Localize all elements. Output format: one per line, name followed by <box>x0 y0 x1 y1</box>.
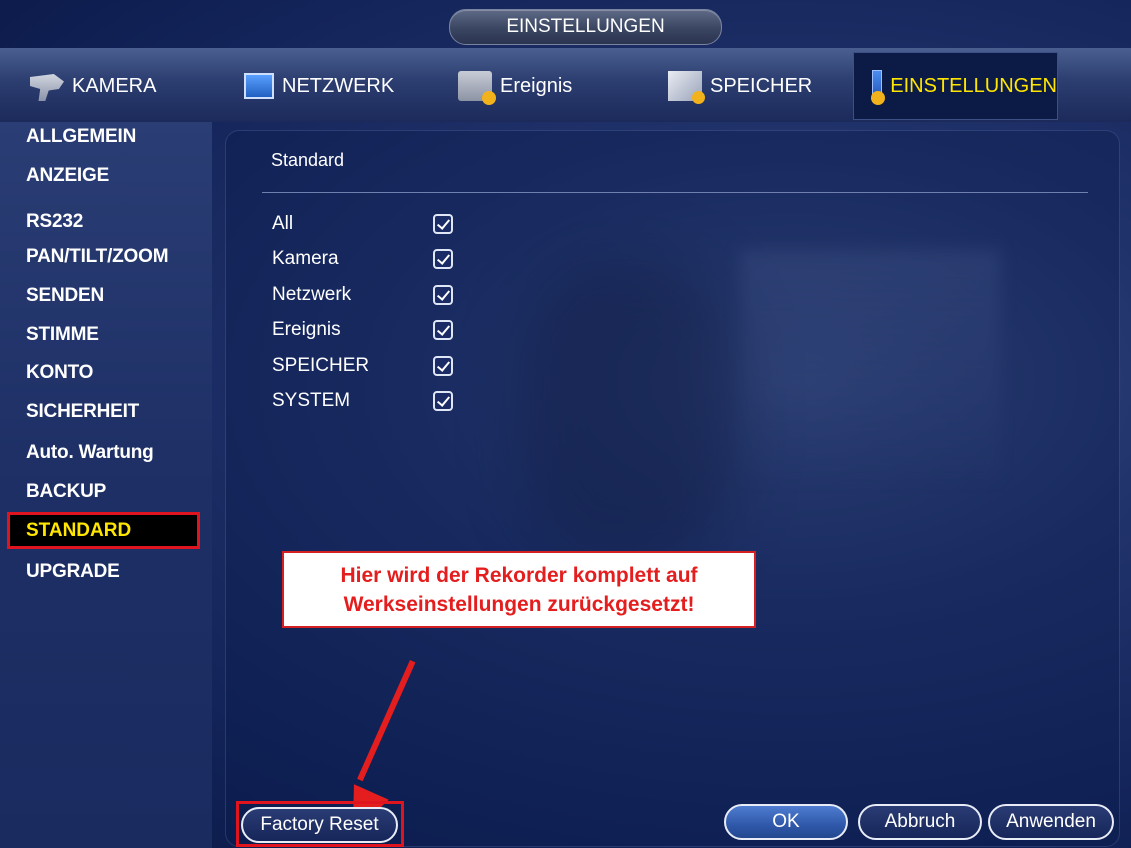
event-icon <box>458 71 496 105</box>
option-label-ereignis: Ereignis <box>272 319 341 340</box>
network-icon <box>244 73 274 99</box>
sidebar-item-konto[interactable]: KONTO <box>26 362 93 384</box>
sidebar-item-label: STANDARD <box>26 520 132 541</box>
cancel-button[interactable]: Abbruch <box>858 804 982 840</box>
tab-label: SPEICHER <box>710 74 813 97</box>
annotation-line-2: Werkseinstellungen zurückgesetzt! <box>343 593 695 616</box>
content-panel <box>225 130 1120 847</box>
tab-einstellungen[interactable]: EINSTELLUNGEN <box>853 52 1058 120</box>
option-label-system: SYSTEM <box>272 390 351 411</box>
checkbox-all[interactable] <box>433 214 453 234</box>
sidebar-item-sicherheit[interactable]: SICHERHEIT <box>26 401 139 423</box>
annotation-callout: Hier wird der Rekorder komplett auf Werk… <box>282 551 756 628</box>
window-title: EINSTELLUNGEN <box>449 9 722 45</box>
tab-speicher[interactable]: SPEICHER <box>668 52 848 120</box>
tab-ereignis[interactable]: Ereignis <box>458 52 638 120</box>
apply-button[interactable]: Anwenden <box>988 804 1114 840</box>
sidebar-item-anzeige[interactable]: ANZEIGE <box>26 165 109 187</box>
sidebar-item-allgemein[interactable]: ALLGEMEIN <box>26 126 136 148</box>
tab-label: NETZWERK <box>282 74 395 97</box>
sidebar-item-backup[interactable]: BACKUP <box>26 481 106 503</box>
sidebar-item-senden[interactable]: SENDEN <box>26 285 104 307</box>
checkbox-system[interactable] <box>433 391 453 411</box>
sidebar-item-ptz[interactable]: PAN/TILT/ZOOM <box>26 246 169 268</box>
sidebar-item-stimme[interactable]: STIMME <box>26 324 99 346</box>
option-label-all: All <box>272 213 294 234</box>
tab-label: KAMERA <box>72 74 157 97</box>
tab-label: EINSTELLUNGEN <box>890 74 1057 97</box>
sidebar-item-standard[interactable]: STANDARD <box>7 512 200 549</box>
checkbox-speicher[interactable] <box>433 356 453 376</box>
option-label-kamera: Kamera <box>272 248 339 269</box>
settings-icon <box>871 70 886 105</box>
checkbox-kamera[interactable] <box>433 249 453 269</box>
ok-button[interactable]: OK <box>724 804 848 840</box>
option-label-speicher: SPEICHER <box>272 355 370 376</box>
annotation-line-1: Hier wird der Rekorder komplett auf <box>340 564 698 587</box>
tab-kamera[interactable]: KAMERA <box>30 52 220 120</box>
tab-label: Ereignis <box>500 74 573 97</box>
sidebar-item-rs232[interactable]: RS232 <box>26 211 83 233</box>
checkbox-ereignis[interactable] <box>433 320 453 340</box>
storage-icon <box>668 71 705 104</box>
camera-icon <box>30 74 64 101</box>
tab-netzwerk[interactable]: NETZWERK <box>244 52 424 120</box>
sidebar-item-upgrade[interactable]: UPGRADE <box>26 561 120 583</box>
factory-reset-button[interactable]: Factory Reset <box>241 807 398 843</box>
sidebar-item-auto-wartung[interactable]: Auto. Wartung <box>26 442 154 464</box>
checkbox-netzwerk[interactable] <box>433 285 453 305</box>
option-label-netzwerk: Netzwerk <box>272 284 352 305</box>
section-title: Standard <box>271 150 345 170</box>
section-divider <box>262 192 1088 193</box>
dvr-screen: EINSTELLUNGEN KAMERA NETZWERK Ereignis S… <box>0 0 1131 848</box>
